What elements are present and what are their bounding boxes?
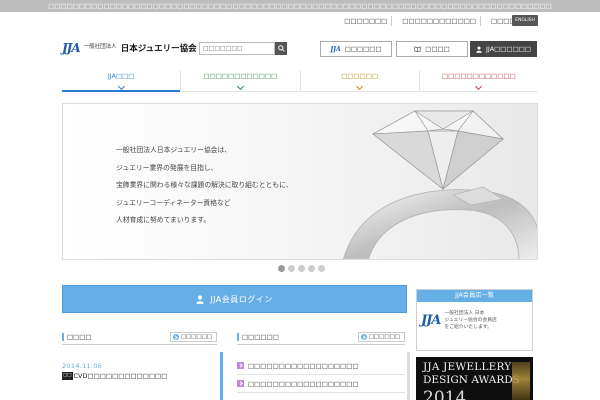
award-year: 2014: [423, 388, 467, 400]
carousel-dot[interactable]: [308, 265, 315, 272]
diamond-ring-image: [343, 110, 537, 259]
notices-more-button[interactable]: □□□□□□: [357, 332, 405, 342]
award-line-1: JJA JEWELLERY: [423, 361, 512, 373]
news-date: 2014.11.06: [62, 362, 103, 370]
english-button[interactable]: ENGLISH: [512, 15, 538, 26]
site-logo[interactable]: JJA 一般社団法人 日本ジュエリー協会: [62, 41, 197, 55]
member-text-line: 一般社団法人 日本: [444, 311, 485, 316]
news-header: □□□□ □□□□□□: [62, 332, 217, 345]
news-more-button[interactable]: □□□□□□: [169, 332, 217, 342]
chevron-down-icon: [475, 82, 483, 91]
notices-scrollbar[interactable]: [407, 352, 410, 400]
arrow-right-icon: [172, 334, 179, 340]
notices-heading: □□□□□□: [237, 333, 279, 341]
search-icon: [277, 45, 285, 52]
notice-title: □□□□□□□□□□□□□□□□□□: [248, 361, 359, 370]
news-title: CVD□□□□□□□□□□□□□: [73, 372, 168, 380]
design-awards-banner[interactable]: JJA JEWELLERY DESIGN AWARDS 2014: [416, 357, 533, 400]
carousel-dot[interactable]: [298, 265, 305, 272]
global-nav: JJA□□□ □□□□□□□□□□□□ □□□□□□ □□□□□□□□□□□□: [62, 70, 538, 92]
hero-line: ジュエリーコーディネーター資格など: [116, 198, 231, 207]
hero-line: 人材育成に努めてまいります。: [116, 216, 211, 224]
notice-item[interactable]: □□□□□□□□□□□□□□□□□□: [237, 357, 405, 375]
member-stores-banner[interactable]: JJA会員店一覧 JJA 一般社団法人 日本 ジュエリー協会の会員店 をご紹介い…: [416, 289, 533, 351]
header-button-2[interactable]: □□□□: [396, 41, 468, 57]
notices-list: □□□□□□□□□□□□□□□□□□ □□□□□□□□□□□□□□□□□□: [237, 357, 405, 393]
utility-link-1[interactable]: □□□□□□□: [340, 16, 393, 26]
hero-slider: 一般社団法人日本ジュエリー協会は、 ジュエリー業界の発展を目指し、 宝飾業界に関…: [62, 103, 538, 260]
member-stores-text: 一般社団法人 日本 ジュエリー協会の会員店 をご紹介いたします。: [444, 310, 496, 331]
arrow-right-icon: [237, 362, 244, 369]
member-stores-heading: JJA会員店一覧: [417, 290, 532, 302]
member-text-line: ジュエリー協会の会員店: [444, 318, 497, 323]
arrow-right-icon: [237, 380, 244, 387]
notice-item[interactable]: □□□□□□□□□□□□□□□□□□: [237, 375, 405, 393]
header-button-3-label: JJA□□□□□□: [485, 45, 531, 53]
gnav-item-3[interactable]: □□□□□□: [299, 70, 419, 91]
jja-logo-icon: JJA: [421, 313, 441, 328]
news-scrollbar[interactable]: [220, 352, 223, 400]
gnav-item-about[interactable]: JJA□□□: [62, 70, 181, 92]
news-heading: □□□□: [62, 333, 92, 341]
chevron-down-icon: [117, 82, 125, 91]
carousel-dot[interactable]: [288, 265, 295, 272]
logo-prefix: 一般社団法人: [83, 44, 117, 51]
news-item[interactable]: 2014.11.06 □□ CVD□□□□□□□□□□□□□: [62, 362, 217, 380]
header-button-2-label: □□□□: [425, 45, 450, 53]
hero-line: 宝飾業界に関わる様々な課題の解決に取り組むとともに、: [116, 181, 293, 189]
carousel-dot[interactable]: [278, 265, 285, 272]
top-notice-bar: □□□□□□□□□□□□□□□□□□□□□□□□□□□□□□□□□□□□□□□□…: [0, 0, 600, 12]
more-label: □□□□□□: [368, 334, 400, 340]
carousel-dot[interactable]: [318, 265, 325, 272]
utility-nav: □□□□□□□ □□□□□□□□□□□□ □□□□□□□: [340, 14, 538, 28]
gnav-label: □□□□□□□□□□□□: [203, 72, 278, 80]
arrow-right-icon: [360, 334, 367, 340]
user-icon: [476, 45, 482, 53]
news-title-row: □□ CVD□□□□□□□□□□□□□: [62, 372, 217, 380]
member-stores-body: JJA 一般社団法人 日本 ジュエリー協会の会員店 をご紹介いたします。: [417, 302, 532, 331]
header-button-1[interactable]: JJA □□□□□□: [320, 41, 392, 57]
award-line-2: DESIGN AWARDS: [423, 374, 520, 386]
chevron-down-icon: [236, 82, 244, 91]
carousel-dots: [278, 265, 325, 272]
hero-message: 一般社団法人日本ジュエリー協会は、 ジュエリー業界の発展を目指し、 宝飾業界に関…: [116, 142, 293, 230]
more-label: □□□□□□: [180, 334, 212, 340]
gnav-item-2[interactable]: □□□□□□□□□□□□: [180, 70, 299, 91]
gnav-label: □□□□□□□□□□□□: [442, 72, 516, 80]
member-login-label: JJA会員ログイン: [210, 294, 273, 304]
jja-logo-icon: JJA: [62, 41, 81, 55]
member-text-line: をご紹介いたします。: [444, 325, 492, 330]
member-login-button[interactable]: JJA会員ログイン: [62, 285, 407, 313]
award-trophy-image: [512, 362, 530, 400]
gnav-label: □□□□□□: [341, 72, 379, 80]
notices-header: □□□□□□ □□□□□□: [237, 332, 405, 345]
site-search: [199, 42, 287, 55]
logo-name: 日本ジュエリー協会: [120, 44, 197, 54]
utility-link-2[interactable]: □□□□□□□□□□□□: [398, 16, 481, 26]
hero-line: 一般社団法人日本ジュエリー協会は、: [116, 146, 232, 154]
header-button-1-label: □□□□□□: [344, 45, 382, 53]
gnav-label: JJA□□□: [107, 72, 135, 80]
book-icon: [414, 46, 421, 52]
gnav-item-4[interactable]: □□□□□□□□□□□□: [418, 70, 538, 91]
chevron-down-icon: [356, 82, 364, 91]
search-button[interactable]: [275, 42, 287, 55]
notice-title: □□□□□□□□□□□□□□□□□□: [248, 379, 359, 388]
hero-line: ジュエリー業界の発展を目指し、: [116, 163, 218, 172]
news-category-badge: □□: [62, 372, 73, 380]
member-login-header-button[interactable]: JJA□□□□□□: [470, 41, 537, 57]
jja-logo-icon: JJA: [330, 45, 341, 53]
search-input[interactable]: [199, 42, 275, 55]
user-icon: [196, 294, 204, 304]
